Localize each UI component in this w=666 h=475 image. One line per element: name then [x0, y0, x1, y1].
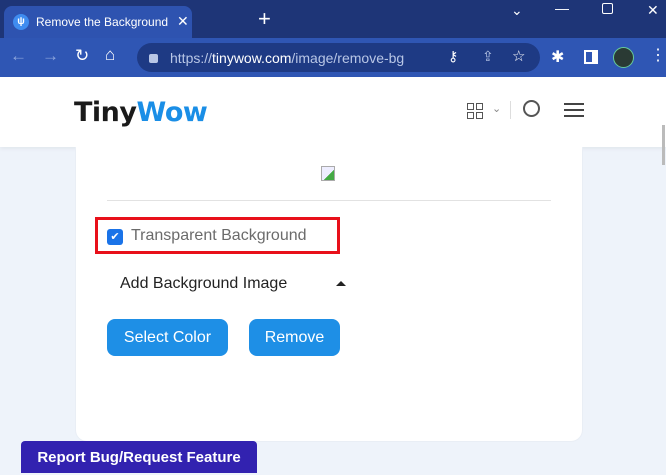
logo[interactable]: TinyWow	[74, 97, 208, 128]
select-color-button[interactable]: Select Color	[107, 319, 228, 356]
tab-search-icon[interactable]: ⌄	[511, 2, 523, 19]
editor-card	[75, 147, 583, 442]
scrollbar[interactable]	[662, 125, 665, 165]
address-bar[interactable]: https://tinywow.com/image/remove-bg ⚷ ⇪ …	[137, 43, 540, 72]
minimize-icon[interactable]: —	[555, 0, 569, 16]
divider	[510, 101, 511, 119]
hamburger-icon[interactable]	[564, 103, 584, 117]
close-window-icon[interactable]: ✕	[647, 2, 659, 19]
transparent-background-label[interactable]: Transparent Background	[131, 227, 307, 245]
search-icon[interactable]	[523, 100, 540, 117]
site-header: TinyWow ⌄	[0, 77, 666, 147]
star-icon[interactable]: ☆	[512, 47, 525, 65]
key-icon[interactable]: ⚷	[448, 48, 458, 65]
home-icon[interactable]: ⌂	[105, 45, 115, 65]
broken-image-icon	[321, 166, 335, 181]
report-bug-button[interactable]: Report Bug/Request Feature	[21, 441, 257, 473]
caret-up-icon[interactable]	[336, 281, 346, 286]
lock-icon[interactable]	[149, 54, 158, 63]
side-panel-icon[interactable]	[584, 50, 598, 64]
extensions-icon[interactable]: ✱	[551, 47, 564, 67]
menu-icon[interactable]: ⋮	[650, 45, 666, 65]
share-icon[interactable]: ⇪	[482, 48, 494, 65]
remove-button[interactable]: Remove	[249, 319, 340, 356]
new-tab-button[interactable]: +	[258, 6, 271, 32]
tab-title: Remove the Background From an Image	[36, 15, 171, 29]
url-text: https://tinywow.com/image/remove-bg	[170, 50, 405, 66]
tinywow-icon: ψ	[13, 14, 29, 30]
apps-grid-icon[interactable]	[467, 103, 483, 119]
maximize-icon[interactable]	[602, 3, 613, 14]
avatar[interactable]	[613, 47, 634, 68]
back-icon[interactable]: ←	[10, 46, 27, 66]
add-background-image-toggle[interactable]: Add Background Image	[120, 275, 287, 293]
transparent-background-checkbox[interactable]: ✔	[107, 229, 123, 245]
close-tab-icon[interactable]: ✕	[177, 13, 189, 30]
chevron-down-icon[interactable]: ⌄	[492, 102, 501, 115]
tab-active[interactable]: ψ Remove the Background From an Image ✕	[4, 6, 192, 38]
reload-icon[interactable]: ↻	[75, 46, 89, 66]
forward-icon[interactable]: →	[42, 46, 59, 66]
divider	[107, 200, 551, 201]
